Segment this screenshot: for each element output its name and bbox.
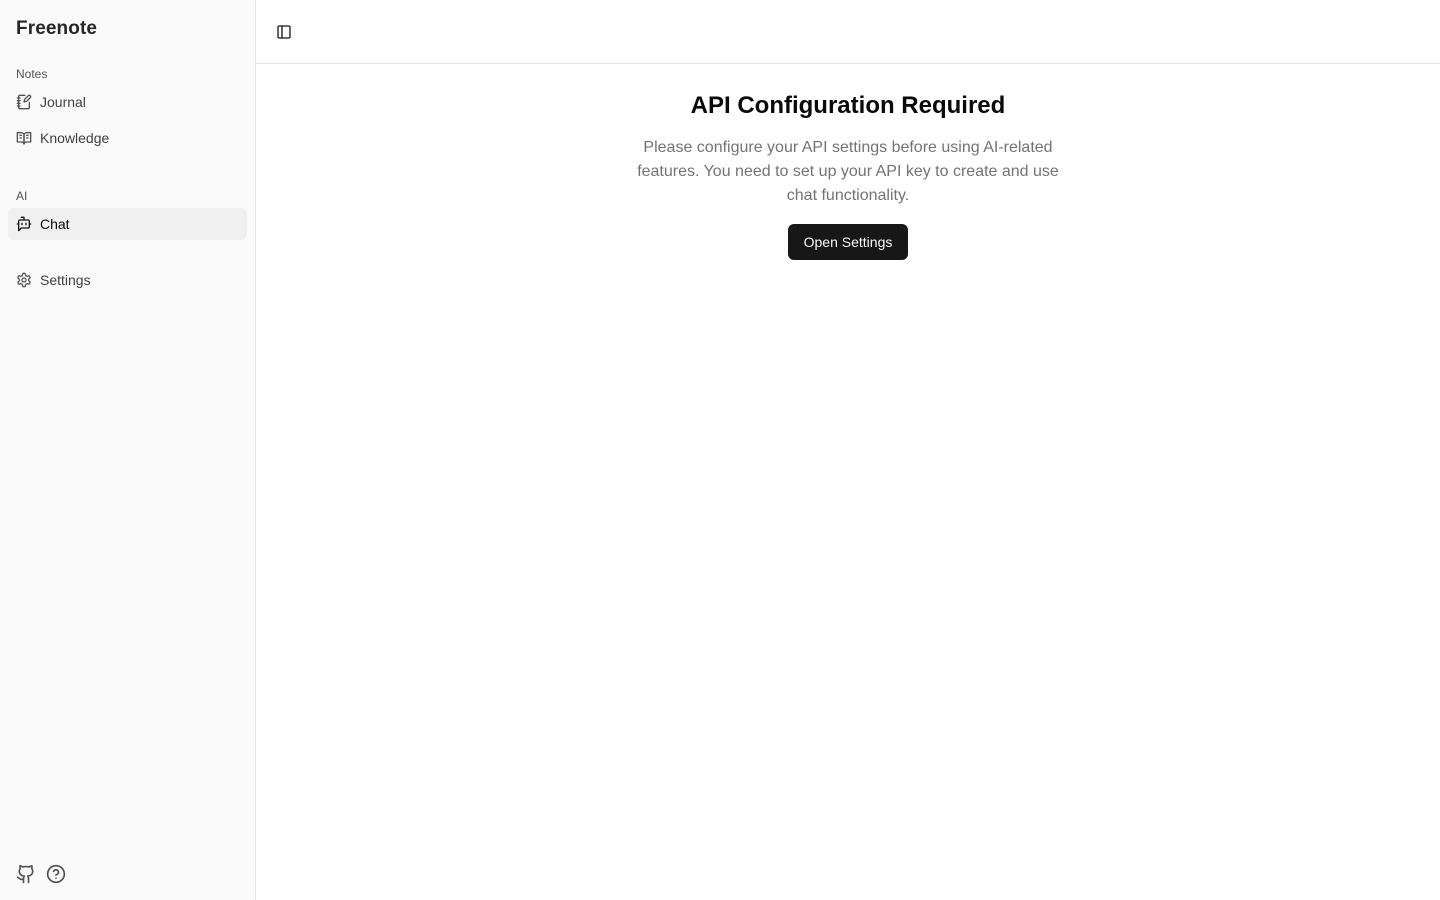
brand-title: Freenote	[16, 18, 98, 39]
notebook-pen-icon	[16, 94, 32, 110]
sidebar-group-ai: AI Chat	[0, 186, 255, 244]
notice-description: Please configure your API settings befor…	[637, 139, 1059, 204]
group-label-notes: Notes	[16, 67, 48, 81]
gear-icon	[16, 272, 32, 288]
sidebar-item-label: Chat	[40, 216, 70, 232]
api-config-notice: API Configuration Required Please config…	[256, 64, 1440, 260]
topbar	[256, 0, 1440, 64]
page-title: API Configuration Required	[690, 92, 1006, 119]
panel-left-icon	[277, 24, 291, 39]
sidebar-item-journal[interactable]: Journal	[8, 86, 247, 118]
sidebar: Freenote Notes Journal Knowledge AI Chat…	[0, 0, 256, 900]
sidebar-group-notes: Notes Journal Knowledge	[0, 64, 255, 158]
open-settings-button[interactable]: Open Settings	[787, 224, 909, 260]
sidebar-item-label: Journal	[40, 94, 86, 110]
sidebar-item-label: Knowledge	[40, 130, 110, 146]
group-label-ai: AI	[16, 189, 28, 203]
sidebar-toggle-button[interactable]	[270, 18, 298, 46]
app-root: Freenote Notes Journal Knowledge AI Chat…	[0, 0, 1440, 900]
book-open-icon	[16, 130, 32, 146]
help-circle-icon[interactable]	[46, 864, 66, 884]
sidebar-item-settings[interactable]: Settings	[8, 264, 247, 296]
sidebar-group-settings: Settings	[0, 264, 255, 300]
main-panel: API Configuration Required Please config…	[256, 0, 1440, 900]
github-icon[interactable]	[16, 864, 36, 884]
sidebar-item-chat[interactable]: Chat	[8, 208, 247, 240]
sidebar-item-label: Settings	[40, 272, 91, 288]
bot-message-icon	[16, 216, 32, 232]
sidebar-item-knowledge[interactable]: Knowledge	[8, 122, 247, 154]
sidebar-footer	[16, 864, 66, 884]
